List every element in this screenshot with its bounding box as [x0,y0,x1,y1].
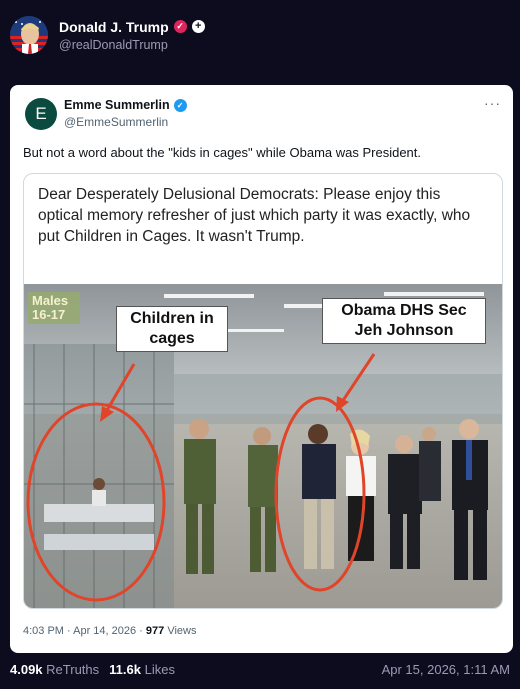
likes-label: Likes [144,662,175,677]
quoted-tweet-text: But not a word about the "kids in cages"… [23,145,421,160]
males-sign: Males 16-17 [28,292,80,324]
post-header: Donald J. Trump ✓ + @realDonaldTrump [10,16,205,54]
post-date: Apr 15, 2026, 1:11 AM [381,662,510,677]
views-count: 977 [145,625,165,637]
engagement-stats: 4.09k ReTruths 11.6k Likes [10,662,175,677]
retruths-count: 4.09k [10,662,43,677]
likes-stat[interactable]: 11.6k Likes [109,662,175,677]
quoted-display-name[interactable]: Emme Summerlin [64,98,170,112]
quoted-timestamp: 4:03 PM · Apr 14, 2026 · 977 Views [23,625,197,637]
verified-badge-icon: ✓ [173,20,187,33]
quoted-handle[interactable]: @EmmeSummerlin [64,115,168,129]
avatar[interactable] [10,16,48,54]
more-options-icon[interactable]: ··· [484,95,501,111]
retruths-label: ReTruths [46,662,100,677]
flag-portrait-avatar-icon [10,16,48,54]
retruths-stat[interactable]: 4.09k ReTruths [10,662,99,677]
obama-dhs-label: Obama DHS Sec Jeh Johnson [322,298,486,344]
children-in-cages-label: Children in cages [116,306,228,352]
likes-count: 11.6k [109,662,141,677]
verified-check-icon: ✓ [173,98,187,112]
quoted-media[interactable]: Dear Desperately Delusional Democrats: P… [23,173,503,609]
display-name[interactable]: Donald J. Trump [59,19,169,35]
user-handle[interactable]: @realDonaldTrump [59,38,205,52]
quoted-tweet-card[interactable]: E Emme Summerlin ✓ @EmmeSummerlin ··· Bu… [10,85,513,653]
plus-badge-icon: + [191,20,205,33]
views-label: Views [167,625,197,637]
quoted-avatar[interactable]: E [25,98,57,130]
media-caption: Dear Desperately Delusional Democrats: P… [38,186,471,245]
quoted-time: 4:03 PM · Apr 14, 2026 · [23,625,143,637]
